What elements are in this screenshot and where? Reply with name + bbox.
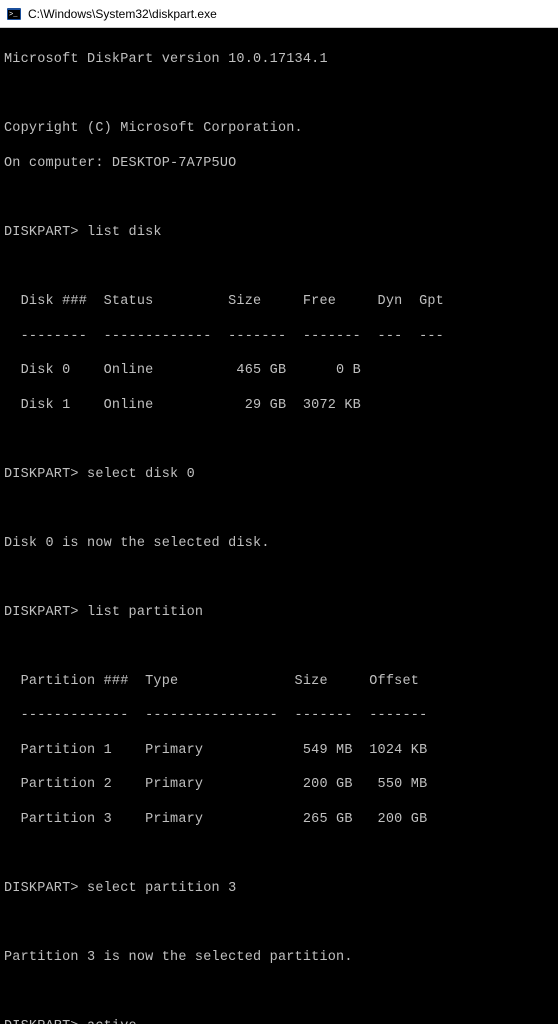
console-icon: >_ (6, 6, 22, 22)
partition-table-header: Partition ### Type Size Offset (4, 673, 552, 690)
partition-row: Partition 1 Primary 549 MB 1024 KB (4, 742, 552, 759)
blank-line (4, 86, 552, 103)
blank-line (4, 500, 552, 517)
blank-line (4, 638, 552, 655)
partition-row: Partition 2 Primary 200 GB 550 MB (4, 776, 552, 793)
partition-row: Partition 3 Primary 265 GB 200 GB (4, 811, 552, 828)
blank-line (4, 189, 552, 206)
version-line: Microsoft DiskPart version 10.0.17134.1 (4, 51, 552, 68)
blank-line (4, 569, 552, 586)
blank-line (4, 984, 552, 1001)
prompt-select-disk: DISKPART> select disk 0 (4, 466, 552, 483)
partition-table-sep: ------------- ---------------- ------- -… (4, 707, 552, 724)
selected-disk-msg: Disk 0 is now the selected disk. (4, 535, 552, 552)
disk-row: Disk 1 Online 29 GB 3072 KB (4, 397, 552, 414)
window-titlebar[interactable]: >_ C:\Windows\System32\diskpart.exe (0, 0, 558, 28)
terminal-output[interactable]: Microsoft DiskPart version 10.0.17134.1 … (0, 28, 558, 1024)
blank-line (4, 431, 552, 448)
disk-table-header: Disk ### Status Size Free Dyn Gpt (4, 293, 552, 310)
blank-line (4, 258, 552, 275)
prompt-list-partition: DISKPART> list partition (4, 604, 552, 621)
copyright-line: Copyright (C) Microsoft Corporation. (4, 120, 552, 137)
selected-partition-msg: Partition 3 is now the selected partitio… (4, 949, 552, 966)
disk-row: Disk 0 Online 465 GB 0 B (4, 362, 552, 379)
window-title: C:\Windows\System32\diskpart.exe (28, 7, 217, 21)
computer-line: On computer: DESKTOP-7A7P5UO (4, 155, 552, 172)
blank-line (4, 915, 552, 932)
svg-text:>_: >_ (9, 11, 18, 19)
disk-table-sep: -------- ------------- ------- ------- -… (4, 328, 552, 345)
prompt-list-disk: DISKPART> list disk (4, 224, 552, 241)
prompt-active: DISKPART> active (4, 1018, 552, 1024)
blank-line (4, 845, 552, 862)
prompt-select-partition: DISKPART> select partition 3 (4, 880, 552, 897)
